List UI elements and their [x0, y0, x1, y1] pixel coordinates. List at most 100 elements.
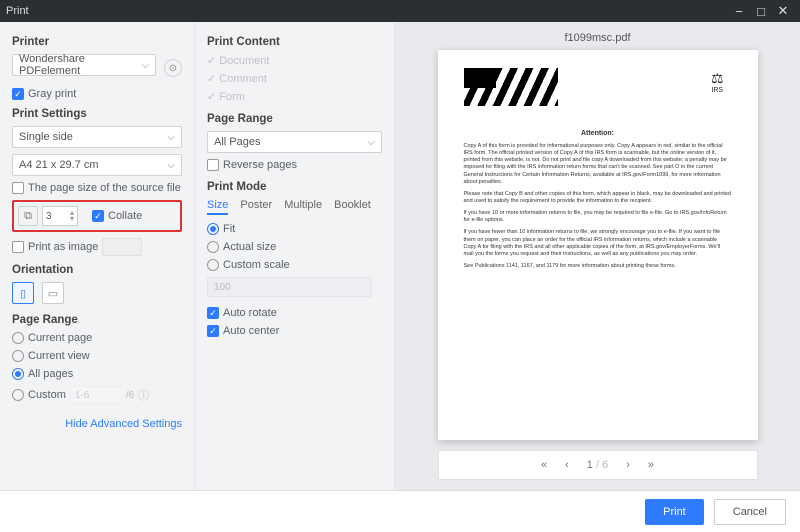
auto-center-row[interactable]: ✓ Auto center: [207, 325, 382, 337]
printer-select[interactable]: Wondershare PDFelement ⌵: [12, 54, 156, 76]
current-view-row[interactable]: Current view: [12, 350, 182, 362]
printer-properties-button[interactable]: ⊙: [164, 59, 182, 77]
printer-value: Wondershare PDFelement: [19, 53, 141, 77]
fit-row[interactable]: Fit: [207, 223, 382, 235]
current-view-label: Current view: [28, 350, 90, 362]
custom-range-input[interactable]: 1-6: [70, 386, 122, 404]
chevron-down-icon: ⌵: [167, 132, 175, 143]
print-content-title: Print Content: [207, 36, 382, 48]
dpi-input-disabled: [102, 238, 142, 256]
chevron-down-icon: ⌵: [141, 60, 149, 71]
custom-scale-label: Custom scale: [223, 259, 290, 271]
orientation-portrait[interactable]: ▯: [12, 282, 34, 304]
preview-page: ⚖ IRS Attention: Copy A of this form is …: [438, 50, 758, 440]
content-document: ✓ Document: [207, 54, 382, 67]
copies-icon: ⧉: [18, 206, 38, 226]
preview-p3: If you have 10 or more information retur…: [464, 210, 732, 224]
window-title: Print: [6, 5, 29, 17]
tab-multiple[interactable]: Multiple: [284, 199, 322, 215]
all-pages-radio[interactable]: [12, 368, 24, 380]
copies-value: 3: [46, 211, 52, 222]
collate-checkbox[interactable]: ✓: [92, 210, 104, 222]
reverse-label: Reverse pages: [223, 159, 297, 171]
minimize-icon[interactable]: −: [728, 4, 750, 19]
scale-input: 100: [207, 277, 372, 297]
gray-print-checkbox[interactable]: ✓: [12, 88, 24, 100]
preview-p1: Copy A of this form is provided for info…: [464, 143, 732, 186]
page-size-label: The page size of the source file: [28, 182, 181, 194]
tab-size[interactable]: Size: [207, 199, 228, 215]
printer-column: Printer Wondershare PDFelement ⌵ ⊙ ✓ Gra…: [0, 22, 195, 490]
content-column: Print Content ✓ Document ✓ Comment ✓ For…: [195, 22, 395, 490]
total-pages: /6: [126, 390, 134, 401]
sides-select[interactable]: Single side ⌵: [12, 126, 182, 148]
tab-poster[interactable]: Poster: [240, 199, 272, 215]
prev-page-icon[interactable]: ‹: [565, 459, 569, 471]
print-settings-title: Print Settings: [12, 108, 182, 120]
actual-radio[interactable]: [207, 241, 219, 253]
footer: Print Cancel: [0, 490, 800, 532]
page-size-source-row[interactable]: The page size of the source file: [12, 182, 182, 194]
reverse-row[interactable]: Reverse pages: [207, 159, 382, 171]
print-image-checkbox[interactable]: [12, 241, 24, 253]
flag-graphic: [464, 68, 558, 106]
custom-scale-row[interactable]: Custom scale: [207, 259, 382, 271]
chevron-down-icon: ⌵: [367, 137, 375, 148]
chevron-down-icon: ⌵: [167, 160, 175, 171]
current-page-row[interactable]: Current page: [12, 332, 182, 344]
current-view-radio[interactable]: [12, 350, 24, 362]
actual-label: Actual size: [223, 241, 276, 253]
irs-seal-icon: ⚖: [711, 70, 724, 87]
auto-rotate-label: Auto rotate: [223, 307, 277, 319]
info-icon[interactable]: ⓘ: [138, 387, 149, 403]
copies-stepper[interactable]: 3 ▴▾: [42, 206, 78, 226]
content-range-title: Page Range: [207, 113, 382, 125]
preview-p5: See Publications 1141, 1167, and 1179 fo…: [464, 263, 732, 270]
preview-p2: Please note that Copy B and other copies…: [464, 191, 732, 205]
custom-scale-radio[interactable]: [207, 259, 219, 271]
content-range-value: All Pages: [214, 136, 260, 148]
copies-collate-highlight: ⧉ 3 ▴▾ ✓ Collate: [12, 200, 182, 232]
preview-pager: « ‹ 1 / 6 › »: [438, 450, 758, 480]
first-page-icon[interactable]: «: [541, 459, 547, 471]
all-pages-label: All pages: [28, 368, 73, 380]
page-size-checkbox[interactable]: [12, 182, 24, 194]
paper-select[interactable]: A4 21 x 29.7 cm ⌵: [12, 154, 182, 176]
cancel-button[interactable]: Cancel: [714, 499, 786, 525]
mode-tabs: Size Poster Multiple Booklet: [207, 199, 382, 215]
hide-advanced-link[interactable]: Hide Advanced Settings: [65, 418, 182, 430]
custom-range-row[interactable]: Custom 1-6 /6 ⓘ: [12, 386, 182, 404]
custom-radio[interactable]: [12, 389, 24, 401]
all-pages-row[interactable]: All pages: [12, 368, 182, 380]
last-page-icon[interactable]: »: [648, 459, 654, 471]
titlebar: Print − □ ✕: [0, 0, 800, 22]
gray-print-row[interactable]: ✓ Gray print: [12, 88, 182, 100]
printer-section-title: Printer: [12, 36, 182, 48]
content-comment: ✓ Comment: [207, 72, 382, 85]
print-button[interactable]: Print: [645, 499, 704, 525]
orientation-landscape[interactable]: ▭: [42, 282, 64, 304]
custom-label: Custom: [28, 389, 66, 401]
auto-center-checkbox[interactable]: ✓: [207, 325, 219, 337]
reverse-checkbox[interactable]: [207, 159, 219, 171]
tab-booklet[interactable]: Booklet: [334, 199, 371, 215]
preview-column: f1099msc.pdf ⚖ IRS Attention: Copy A of …: [395, 22, 800, 490]
irs-logo: ⚖ IRS: [711, 70, 724, 94]
fit-radio[interactable]: [207, 223, 219, 235]
paper-value: A4 21 x 29.7 cm: [19, 159, 99, 171]
auto-rotate-row[interactable]: ✓ Auto rotate: [207, 307, 382, 319]
print-as-image-row[interactable]: Print as image: [12, 238, 182, 256]
next-page-icon[interactable]: ›: [626, 459, 630, 471]
auto-rotate-checkbox[interactable]: ✓: [207, 307, 219, 319]
page-current[interactable]: 1: [587, 459, 593, 471]
print-mode-title: Print Mode: [207, 181, 382, 193]
content-range-select[interactable]: All Pages ⌵: [207, 131, 382, 153]
current-page-radio[interactable]: [12, 332, 24, 344]
maximize-icon[interactable]: □: [750, 4, 772, 19]
step-down-icon[interactable]: ▾: [70, 216, 74, 222]
gray-print-label: Gray print: [28, 88, 76, 100]
attention-heading: Attention:: [464, 130, 732, 137]
actual-row[interactable]: Actual size: [207, 241, 382, 253]
sides-value: Single side: [19, 131, 73, 143]
close-icon[interactable]: ✕: [772, 3, 794, 19]
